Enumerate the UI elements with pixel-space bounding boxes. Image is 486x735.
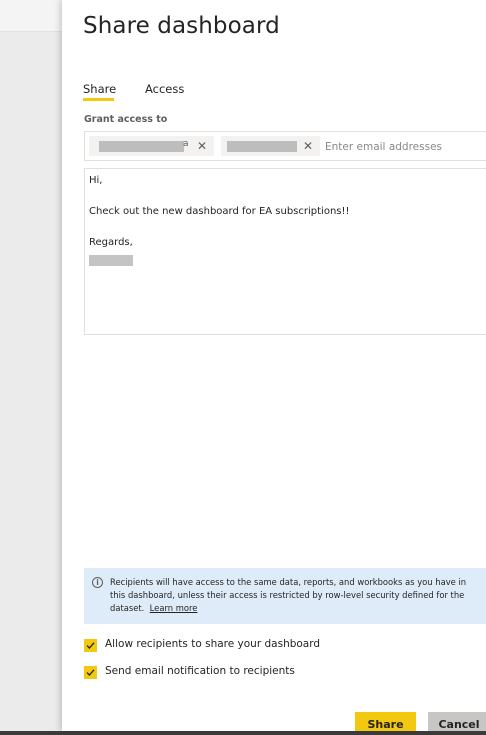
recipient-chip: ✕ xyxy=(221,136,320,156)
info-icon: i xyxy=(92,577,103,588)
message-closing: Regards, xyxy=(89,237,133,248)
redacted-email xyxy=(99,141,184,152)
recipients-field[interactable]: a ✕ ✕ xyxy=(84,131,486,161)
email-notification-checkbox[interactable] xyxy=(84,666,97,679)
allow-reshare-checkbox[interactable] xyxy=(84,639,97,652)
learn-more-link[interactable]: Learn more xyxy=(150,603,198,613)
message-textarea[interactable]: Hi, Check out the new dashboard for EA s… xyxy=(84,168,486,335)
checkmark-icon xyxy=(86,669,95,676)
info-text: Recipients will have access to the same … xyxy=(110,576,482,615)
redacted-email xyxy=(227,141,297,152)
tab-share[interactable]: Share xyxy=(83,82,116,96)
remove-recipient-icon[interactable]: ✕ xyxy=(303,138,313,154)
tab-access[interactable]: Access xyxy=(145,82,184,96)
active-tab-indicator xyxy=(83,98,114,101)
access-info-banner: i Recipients will have access to the sam… xyxy=(84,568,486,624)
allow-reshare-label: Allow recipients to share your dashboard xyxy=(105,638,321,650)
recipient-chip: a ✕ xyxy=(89,136,214,156)
recipient-chip-suffix: a xyxy=(183,139,189,149)
grant-access-label: Grant access to xyxy=(84,114,168,125)
message-greeting: Hi, xyxy=(89,175,103,186)
app-header-bar xyxy=(0,0,62,32)
share-button[interactable]: Share xyxy=(355,712,416,731)
redacted-signature xyxy=(89,255,133,266)
email-notification-label: Send email notification to recipients xyxy=(105,665,295,677)
window-bottom-edge xyxy=(0,731,486,735)
dialog-title: Share dashboard xyxy=(83,13,280,39)
checkmark-icon xyxy=(86,642,95,649)
cancel-button[interactable]: Cancel xyxy=(428,712,486,731)
remove-recipient-icon[interactable]: ✕ xyxy=(197,138,207,154)
email-address-input[interactable] xyxy=(325,137,486,156)
share-dashboard-pane: Share dashboard Share Access Grant acces… xyxy=(62,0,486,731)
message-body: Check out the new dashboard for EA subsc… xyxy=(89,206,350,217)
